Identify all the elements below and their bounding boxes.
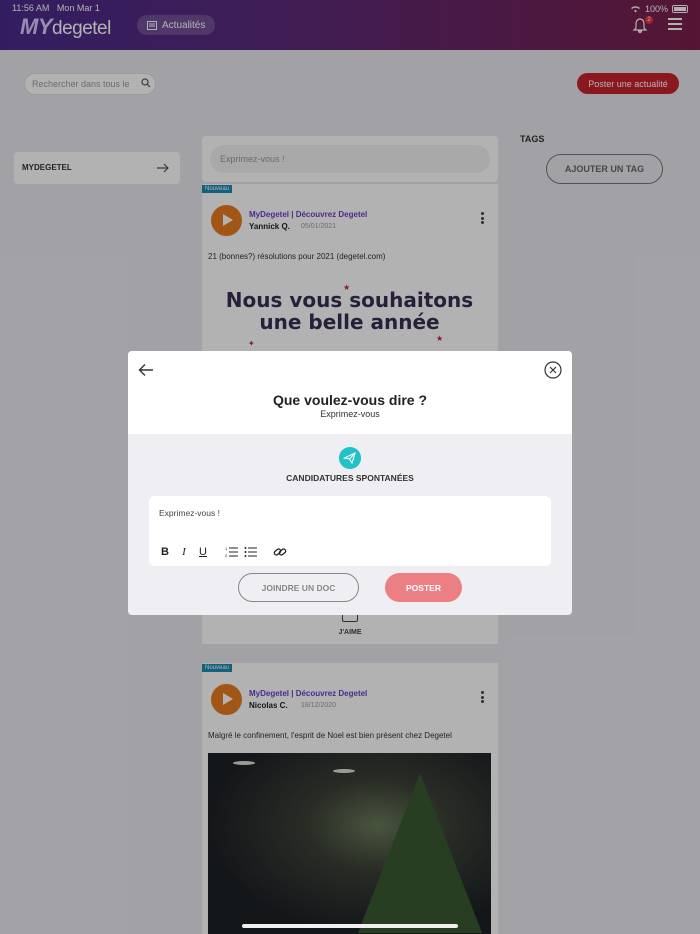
modal-header: Que voulez-vous dire ? Exprimez-vous	[128, 351, 572, 434]
modal-title: Que voulez-vous dire ?	[272, 392, 428, 408]
paper-plane-icon	[339, 447, 361, 469]
modal-subtitle: Exprimez-vous	[320, 409, 380, 419]
post-button[interactable]: POSTER	[385, 573, 462, 602]
ordered-list-icon[interactable]: 12	[225, 546, 239, 558]
italic-icon[interactable]: I	[177, 546, 191, 558]
svg-text:1: 1	[225, 546, 228, 551]
link-icon[interactable]	[273, 546, 287, 558]
channel-label: CANDIDATURES SPONTANÉES	[286, 473, 414, 483]
svg-text:2: 2	[225, 553, 228, 558]
attach-document-button[interactable]: JOINDRE UN DOC	[238, 573, 359, 602]
editor-placeholder: Exprimez-vous !	[159, 508, 220, 518]
compose-modal: Que voulez-vous dire ? Exprimez-vous CAN…	[128, 351, 572, 615]
close-circle-icon[interactable]	[544, 361, 562, 379]
back-arrow-icon[interactable]	[138, 363, 154, 377]
home-indicator	[242, 924, 458, 928]
message-editor[interactable]: Exprimez-vous ! B I U 12	[149, 496, 551, 566]
bold-icon[interactable]: B	[158, 546, 172, 558]
bullet-list-icon[interactable]	[244, 546, 258, 558]
underline-icon[interactable]: U	[196, 546, 210, 558]
